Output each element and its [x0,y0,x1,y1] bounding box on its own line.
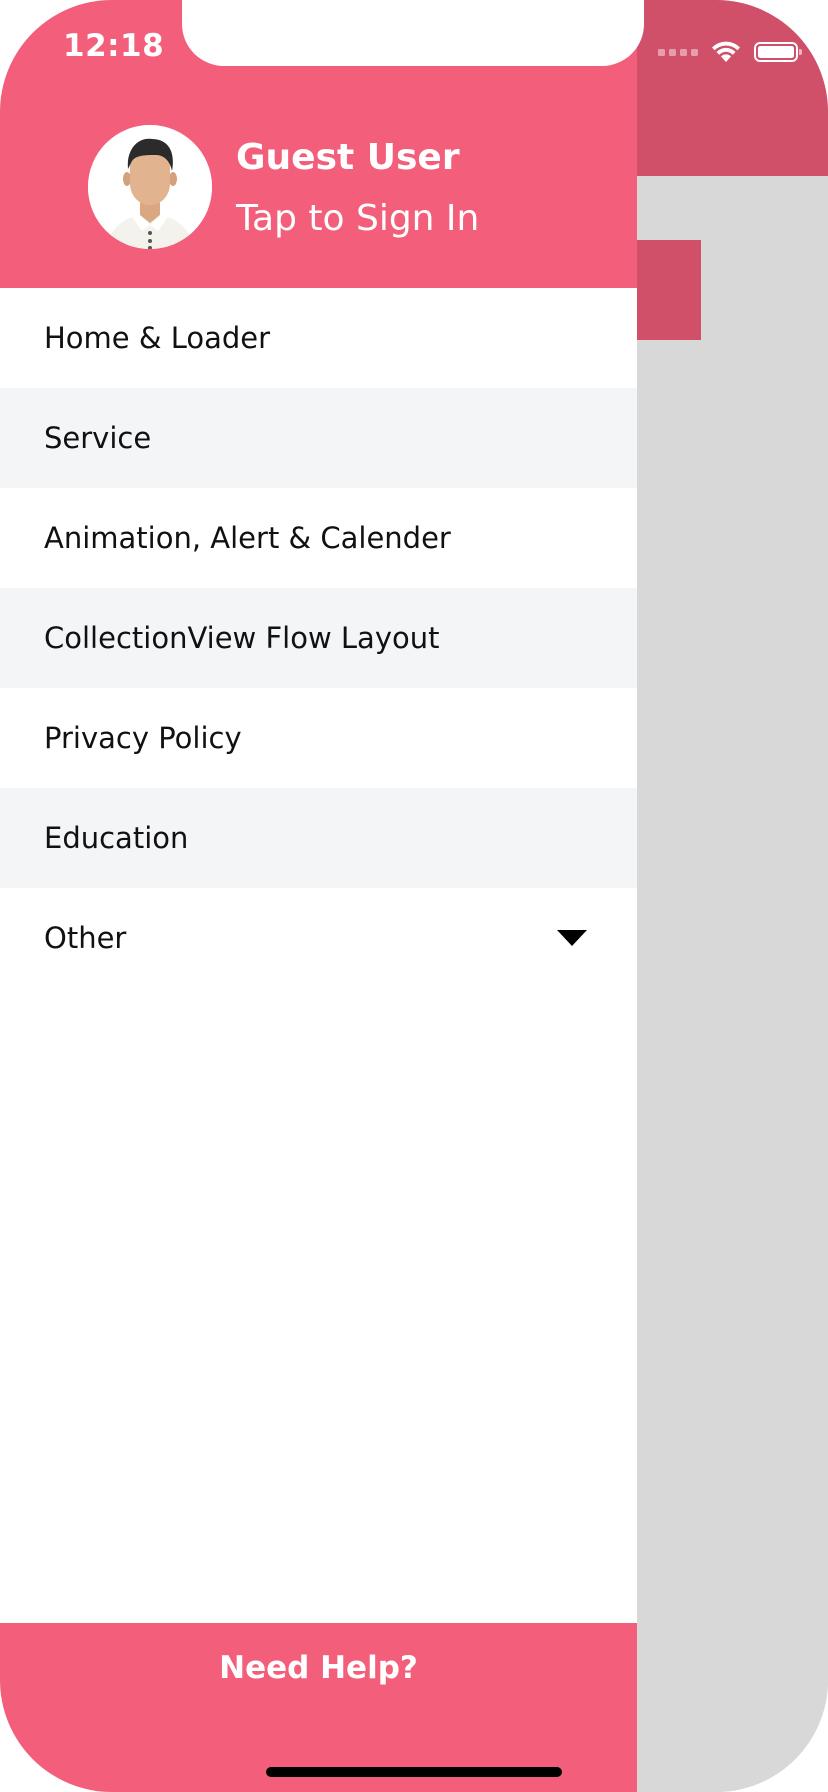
avatar[interactable] [88,125,212,249]
drawer-menu: Home & Loader Service Animation, Alert &… [0,288,637,988]
background-app-tile [637,240,701,340]
menu-item-label: Service [44,421,152,455]
menu-item-other[interactable]: Other [0,888,637,988]
wifi-icon [712,41,740,62]
person-avatar-icon [88,125,212,249]
menu-item-label: Other [44,921,127,955]
sign-in-link[interactable]: Tap to Sign In [236,198,479,239]
home-indicator[interactable] [266,1767,562,1777]
menu-item-education[interactable]: Education [0,788,637,888]
menu-item-label: Education [44,821,189,855]
device-screen: 12:18 Guest User Tap to Sign In Home & L… [0,0,828,1792]
menu-item-service[interactable]: Service [0,388,637,488]
menu-item-privacy-policy[interactable]: Privacy Policy [0,688,637,788]
battery-icon [754,42,802,62]
menu-item-animation-alert-calender[interactable]: Animation, Alert & Calender [0,488,637,588]
background-app-header[interactable] [637,0,828,176]
caret-down-icon[interactable] [557,930,587,946]
menu-item-label: Privacy Policy [44,721,242,755]
menu-item-label: Home & Loader [44,321,271,355]
side-drawer: 12:18 Guest User Tap to Sign In Home & L… [0,0,644,1792]
cellular-signal-icon [658,48,698,56]
menu-item-label: Animation, Alert & Calender [44,521,451,555]
need-help-button[interactable]: Need Help? [0,1650,637,1686]
status-indicators [658,34,802,70]
status-time: 12:18 [63,28,165,64]
device-notch [182,0,644,66]
user-name[interactable]: Guest User [236,137,460,178]
background-overlay[interactable] [637,176,828,1792]
menu-item-home-loader[interactable]: Home & Loader [0,288,637,388]
menu-item-collectionview-flow-layout[interactable]: CollectionView Flow Layout [0,588,637,688]
menu-item-label: CollectionView Flow Layout [44,621,440,655]
